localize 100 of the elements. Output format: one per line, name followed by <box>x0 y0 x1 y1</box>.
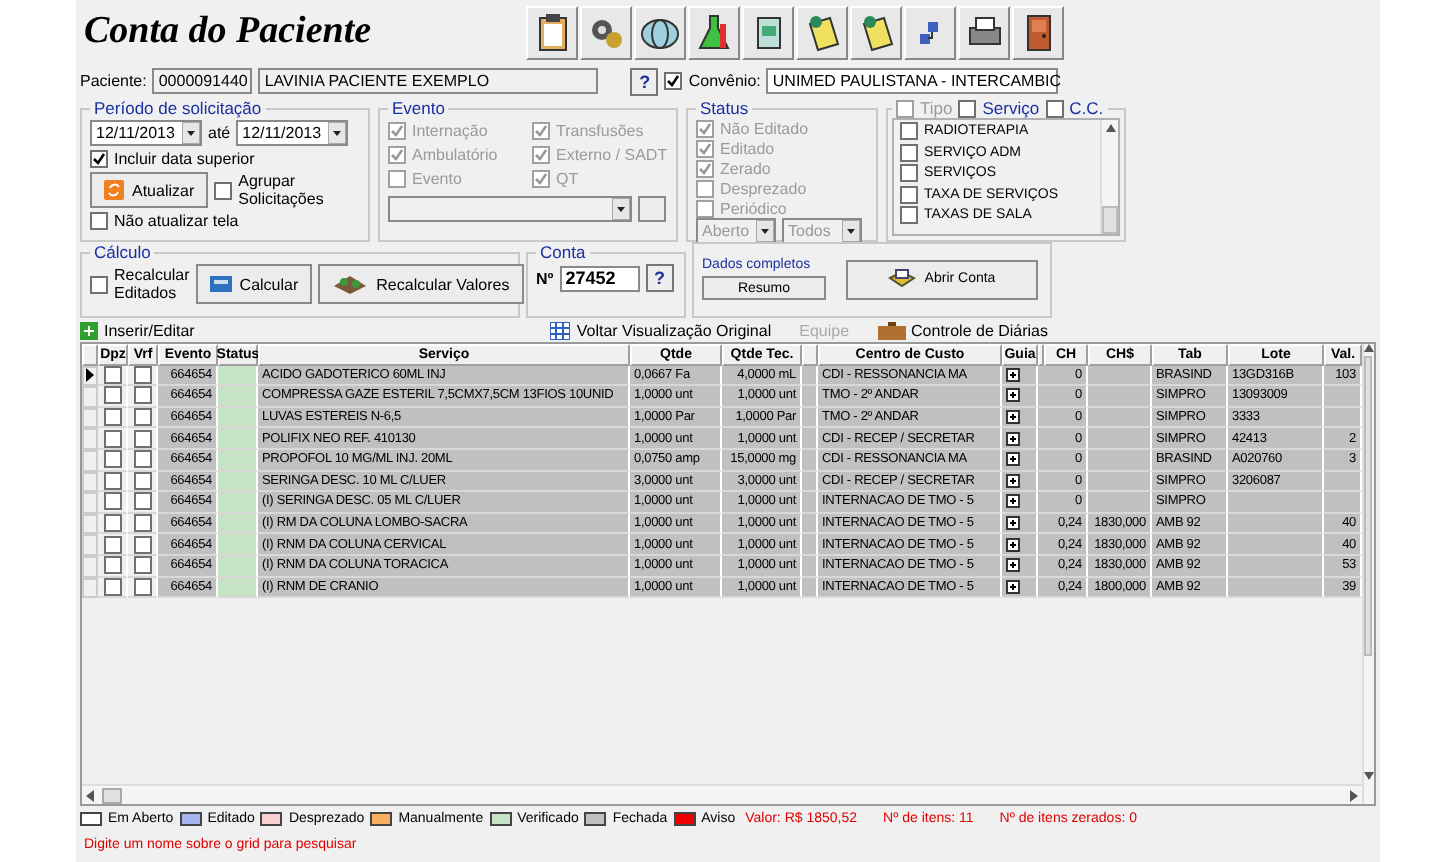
table-cell <box>1324 386 1362 408</box>
checkbox[interactable] <box>133 408 151 427</box>
help-button[interactable]: ? <box>645 264 674 292</box>
account-number-field[interactable]: 27452 <box>559 265 640 291</box>
checkbox[interactable] <box>103 556 121 575</box>
toolbar-button[interactable] <box>634 5 686 59</box>
expand-icon[interactable] <box>1006 431 1020 446</box>
expand-icon[interactable] <box>1006 494 1020 509</box>
refresh-button[interactable]: Atualizar <box>90 172 209 208</box>
checkbox[interactable] <box>90 150 108 168</box>
expand-icon[interactable] <box>1006 367 1020 382</box>
checkbox-label: Transfusões <box>556 122 644 140</box>
action-link[interactable]: Inserir/Editar <box>80 321 195 339</box>
checkbox[interactable] <box>103 386 121 405</box>
scrollbar-thumb[interactable] <box>1364 356 1373 656</box>
expand-icon[interactable] <box>1006 558 1020 573</box>
date-field[interactable]: 12/11/2013 <box>90 120 202 146</box>
expand-icon[interactable] <box>1006 516 1020 531</box>
checkbox[interactable] <box>696 200 714 218</box>
toolbar-button[interactable] <box>850 5 902 59</box>
checkbox[interactable] <box>133 386 151 405</box>
checkbox[interactable] <box>90 275 108 293</box>
checkbox[interactable] <box>133 556 151 575</box>
checkbox[interactable] <box>388 146 406 164</box>
checkbox[interactable] <box>103 450 121 469</box>
checkbox[interactable] <box>103 408 121 427</box>
checkbox[interactable] <box>900 122 918 141</box>
checkbox[interactable] <box>133 535 151 554</box>
expand-icon[interactable] <box>1006 473 1020 488</box>
scroll-down-icon[interactable] <box>1364 772 1374 780</box>
checkbox[interactable] <box>388 170 406 188</box>
expand-icon[interactable] <box>1006 410 1020 425</box>
checkbox[interactable] <box>103 492 121 511</box>
toolbar-button[interactable] <box>688 5 740 59</box>
toolbar-button[interactable] <box>526 5 578 59</box>
scroll-right-icon[interactable] <box>1350 789 1358 801</box>
checkbox[interactable] <box>696 140 714 158</box>
column-header[interactable] <box>1038 344 1044 366</box>
checkbox[interactable] <box>103 429 121 448</box>
checkbox[interactable] <box>532 122 550 140</box>
event-dropdown[interactable] <box>388 196 632 222</box>
patient-name-field[interactable]: LAVINIA PACIENTE EXEMPLO <box>258 68 599 94</box>
checkbox[interactable] <box>133 514 151 533</box>
patient-code-field[interactable]: 0000091440 <box>152 68 253 94</box>
flask-icon <box>694 12 734 52</box>
toolbar-button[interactable] <box>958 5 1010 59</box>
toolbar-button[interactable] <box>580 5 632 59</box>
checkbox[interactable] <box>103 514 121 533</box>
recalculate-button[interactable]: Recalcular Valores <box>318 264 524 304</box>
expand-icon[interactable] <box>1006 388 1020 403</box>
scroll-left-icon[interactable] <box>86 789 94 801</box>
checkbox[interactable] <box>900 164 918 183</box>
toolbar-button[interactable] <box>1012 5 1064 59</box>
action-link[interactable]: Controle de Diárias <box>877 321 1049 339</box>
vertical-scrollbar[interactable] <box>1100 120 1118 234</box>
checkbox[interactable] <box>133 429 151 448</box>
calculate-button[interactable]: Calcular <box>195 264 313 304</box>
checkbox[interactable] <box>214 181 233 199</box>
date-field[interactable]: 12/11/2013 <box>236 120 349 146</box>
scrollbar-thumb[interactable] <box>102 787 122 803</box>
horizontal-scrollbar[interactable] <box>82 784 1362 804</box>
checkbox[interactable] <box>532 170 550 188</box>
checkbox-label: Zerado <box>720 160 771 178</box>
checkbox[interactable] <box>696 160 714 178</box>
table-cell <box>1228 513 1324 535</box>
checkbox[interactable] <box>900 143 918 162</box>
box-icon <box>888 268 917 290</box>
scroll-up-icon[interactable] <box>1364 344 1374 352</box>
small-button[interactable] <box>638 196 666 222</box>
checkbox[interactable] <box>532 146 550 164</box>
column-header[interactable] <box>802 344 818 366</box>
checkbox[interactable] <box>388 122 406 140</box>
current-row-icon <box>86 368 94 383</box>
convenio-dropdown[interactable]: UNIMED PAULISTANA - INTERCAMBIC <box>766 68 1059 94</box>
table-cell <box>1228 555 1324 578</box>
checkbox[interactable] <box>1045 99 1064 117</box>
expand-icon[interactable] <box>1006 452 1020 467</box>
checkbox[interactable] <box>900 185 918 204</box>
caret-icon <box>756 220 774 242</box>
checkbox[interactable] <box>696 120 714 138</box>
checkbox[interactable] <box>900 206 918 225</box>
row-indicator[interactable] <box>82 365 98 387</box>
checkbox-label: Agrupar Solicitações <box>238 172 326 208</box>
expand-icon[interactable] <box>1006 579 1020 594</box>
vertical-scrollbar[interactable] <box>1362 344 1374 804</box>
checkbox[interactable] <box>664 72 683 90</box>
action-link[interactable]: Voltar Visualização Original <box>550 321 772 339</box>
checkbox[interactable] <box>958 99 977 117</box>
checkbox[interactable] <box>133 492 151 511</box>
scrollbar-thumb[interactable] <box>1102 206 1118 234</box>
checkbox[interactable] <box>133 450 151 469</box>
toolbar-button[interactable] <box>742 5 794 59</box>
help-button[interactable]: ? <box>630 67 659 95</box>
toolbar-button[interactable] <box>796 5 848 59</box>
checkbox[interactable] <box>103 535 121 554</box>
scroll-up-icon[interactable] <box>1105 124 1115 132</box>
checkbox[interactable] <box>90 212 108 230</box>
expand-icon[interactable] <box>1006 537 1020 552</box>
toolbar-button[interactable] <box>904 5 956 59</box>
checkbox[interactable] <box>696 180 714 198</box>
